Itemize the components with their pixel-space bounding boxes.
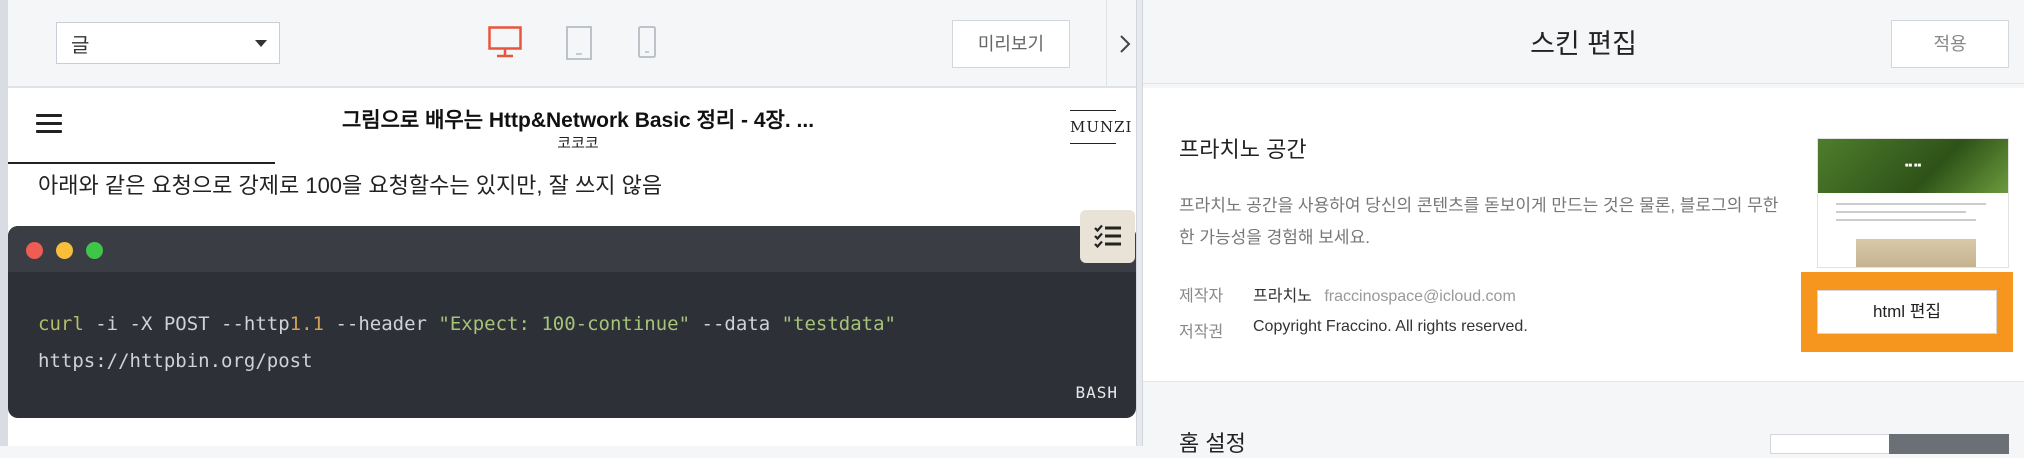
code-window-bar: C: [8, 226, 1136, 272]
thumbnail-title: ■■ ■■: [1904, 163, 1922, 169]
author-name: 프라치노: [1253, 288, 1312, 305]
author-info: 프라치노 fraccinospace@icloud.com: [1253, 282, 1516, 306]
blog-name: 코코코: [557, 135, 599, 152]
blog-logo[interactable]: MUNZI: [1070, 110, 1131, 144]
pane-divider[interactable]: [1136, 0, 1143, 446]
close-dot-icon: [26, 242, 43, 259]
reading-progress-bar: [8, 162, 275, 164]
skin-info-card: 프라치노 공간 프라치노 공간을 사용하여 당신의 콘텐츠를 돋보이게 만드는 …: [1143, 88, 2024, 382]
author-label: 제작자: [1179, 288, 1224, 305]
code-content: curl -i -X POST --http1.1 --header "Expe…: [38, 306, 896, 380]
skin-name: 프라치노 공간: [1179, 137, 1307, 162]
html-edit-highlight: html 편집: [1801, 272, 2013, 352]
copyright-label: 저작권: [1179, 324, 1224, 341]
checklist-icon: [1094, 224, 1121, 248]
code-language-label: BASH: [1075, 383, 1118, 402]
copyright-text: Copyright Fraccino. All rights reserved.: [1253, 318, 1528, 335]
page-type-select[interactable]: 글: [56, 22, 280, 64]
preview-pane: 글 미리보기 그림으로 배우는 Http&Network Basic 정리 - …: [0, 0, 1143, 446]
page-type-select-value: 글: [71, 35, 90, 57]
mobile-icon[interactable]: [638, 26, 656, 58]
minimize-dot-icon: [56, 242, 73, 259]
section-heading: 홈 설정: [1179, 431, 1246, 456]
editor-header: 스킨 편집 적용: [1143, 0, 2024, 84]
thumbnail-hero-image: ■■ ■■: [1818, 139, 2008, 193]
code-line: curl -i -X POST --http1.1 --header "Expe…: [38, 313, 896, 335]
post-title: 그림으로 배우는 Http&Network Basic 정리 - 4장. ...: [341, 109, 815, 132]
chevron-down-icon: [255, 40, 267, 47]
preview-button[interactable]: 미리보기: [952, 20, 1070, 68]
skin-thumbnail: ■■ ■■: [1817, 138, 2009, 268]
post-paragraph: 아래와 같은 요청으로 강제로 100을 요청할수는 있지만, 잘 쓰지 않음: [38, 173, 663, 198]
home-settings-section: 홈 설정: [1143, 400, 2024, 456]
preview-toolbar: 글 미리보기: [8, 0, 1136, 88]
maximize-dot-icon: [86, 242, 103, 259]
skin-description: 프라치노 공간을 사용하여 당신의 콘텐츠를 돋보이게 만드는 것은 물론, 블…: [1179, 196, 1779, 247]
thumbnail-image: [1856, 239, 1976, 267]
html-edit-button[interactable]: html 편집: [1817, 290, 1997, 334]
desktop-icon[interactable]: [488, 26, 522, 58]
apply-button[interactable]: 적용: [1891, 20, 2009, 68]
blog-header: 그림으로 배우는 Http&Network Basic 정리 - 4장. ...…: [8, 90, 1136, 162]
home-tab-option[interactable]: [1770, 434, 1890, 454]
chevron-right-icon: [1120, 35, 1131, 53]
hamburger-menu-icon[interactable]: [36, 114, 62, 134]
home-tab-option-active[interactable]: [1889, 434, 2009, 454]
table-of-contents-button[interactable]: [1080, 210, 1135, 263]
tablet-icon[interactable]: [566, 26, 592, 60]
code-line: https://httpbin.org/post: [38, 350, 313, 372]
code-block: C curl -i -X POST --http1.1 --header "Ex…: [8, 226, 1136, 418]
skin-editor-pane: 스킨 편집 적용 프라치노 공간 프라치노 공간을 사용하여 당신의 콘텐츠를 …: [1143, 0, 2024, 456]
author-email[interactable]: fraccinospace@icloud.com: [1324, 288, 1515, 305]
left-edge: [0, 0, 8, 446]
